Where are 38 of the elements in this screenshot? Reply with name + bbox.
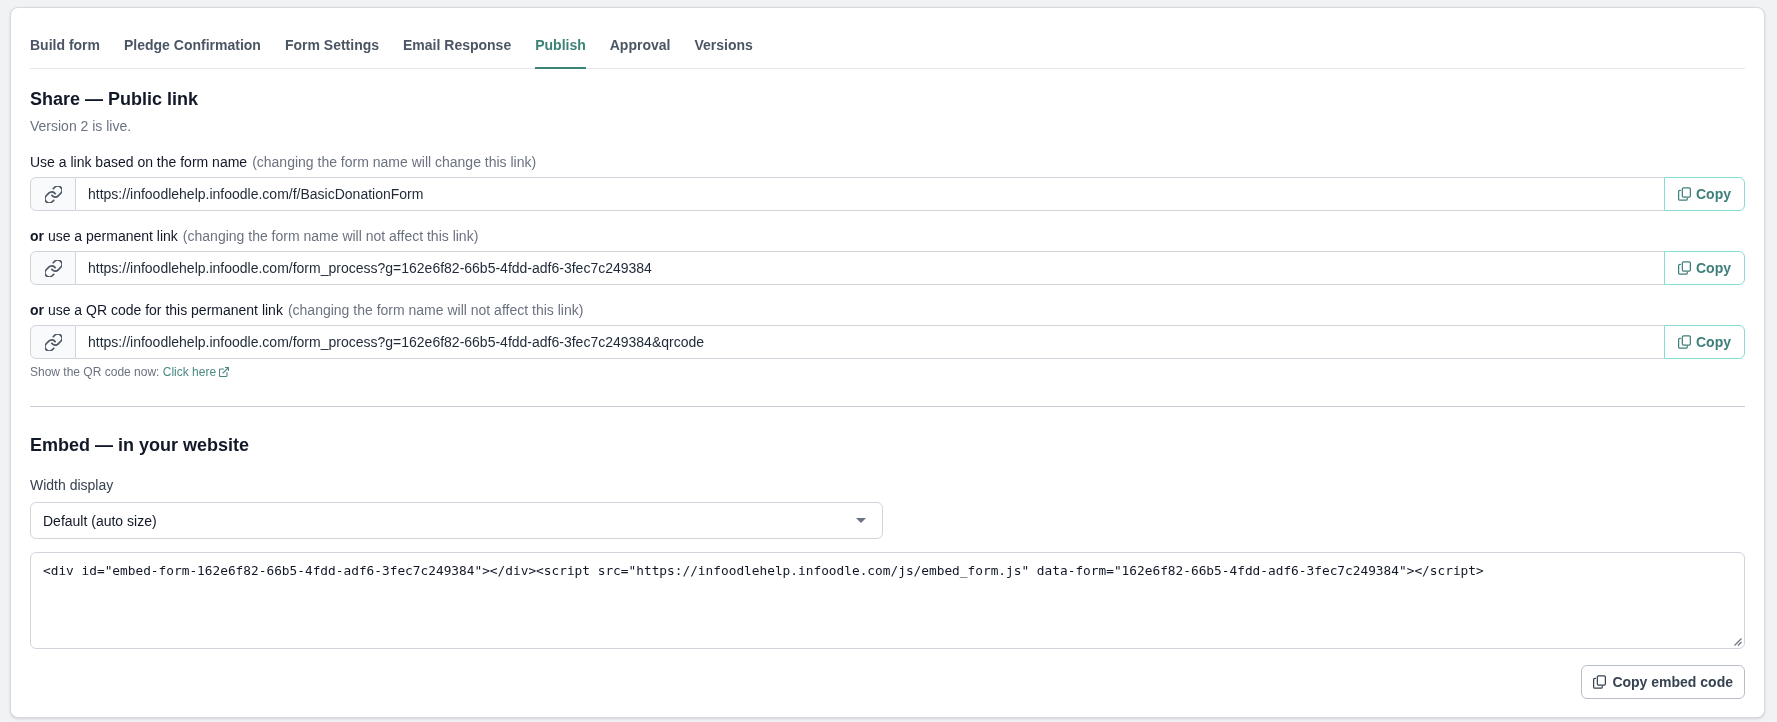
link-label: or use a QR code for this permanent link [30, 301, 283, 320]
tab[interactable]: Build form [30, 35, 100, 69]
tab[interactable]: Pledge Confirmation [124, 35, 261, 69]
url-field[interactable]: https://infoodlehelp.infoodle.com/f/BasicDonationForm [76, 177, 1664, 211]
link-icon [44, 185, 62, 203]
copy-embed-button[interactable]: Copy embed code [1581, 665, 1745, 699]
tab[interactable]: Form Settings [284, 35, 380, 69]
tab[interactable]: Publish [535, 35, 586, 69]
url-field[interactable]: https://infoodlehelp.infoodle.com/form_process?g=162e6f82-66b5-4fdd-adf6-3fec7c249384 [76, 251, 1664, 285]
link-label: Use a link based on the form name [30, 153, 248, 172]
copy-icon [1678, 187, 1691, 201]
copy-button[interactable]: Copy [1664, 325, 1745, 359]
copy-icon [1593, 675, 1607, 689]
external-link-icon [219, 367, 230, 377]
status-text: Version 2 is live. [30, 117, 133, 136]
tab[interactable]: Versions [694, 35, 753, 69]
copy-icon [1678, 335, 1691, 349]
link-icon [44, 333, 62, 351]
resize-handle-icon[interactable] [1734, 638, 1742, 646]
tab[interactable]: Approval [609, 35, 671, 69]
url-field[interactable]: https://infoodlehelp.infoodle.com/form_process?g=162e6f82-66b5-4fdd-adf6-3fec7c249384&qrcode [76, 325, 1664, 359]
qr-hint-text: Show the QR code now: Click here [30, 364, 1745, 380]
link-label: or use a permanent link [30, 227, 178, 246]
embed-code-field[interactable]: <div id="embed-form-162e6f82-66b5-4fdd-adf6-3fec7c249384"></div><script src="https://infoodlehelp.infoodle.com/js/embed_form.js" data-form="162e6f82-66b5-4fdd-adf6-3fec7c249384"></script> [30, 552, 1745, 649]
link-icon [44, 259, 62, 277]
link-note: (changing the form name will not affect this link) [182, 227, 479, 246]
copy-button[interactable]: Copy [1664, 251, 1745, 285]
link-note: (changing the form name will change this link) [252, 153, 537, 172]
field-label: Width display [30, 476, 115, 495]
caret-icon [856, 518, 866, 523]
copy-icon [1678, 261, 1691, 275]
width-select[interactable]: Default (auto size) [30, 502, 883, 539]
link-note: (changing the form name will not affect this link) [287, 301, 584, 320]
section-title: Embed — in your website [30, 434, 251, 457]
tab[interactable]: Email Response [403, 35, 512, 69]
copy-button[interactable]: Copy [1664, 177, 1745, 211]
click-here-link[interactable]: Click here [162, 364, 230, 380]
section-title: Share — Public link [30, 88, 200, 111]
